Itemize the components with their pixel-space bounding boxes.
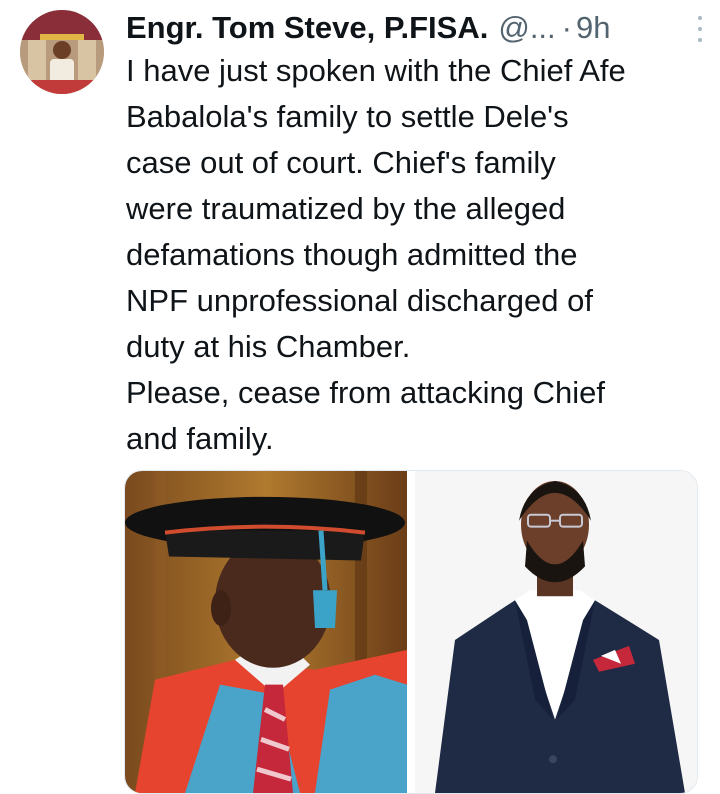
photo-academic-portrait[interactable]: [125, 471, 407, 793]
author-name[interactable]: Engr. Tom Steve, P.FISA.: [126, 10, 488, 46]
author-handle[interactable]: @...: [498, 10, 555, 46]
separator-dot: ·: [561, 10, 572, 45]
more-options-icon[interactable]: [694, 16, 706, 42]
tweet-timestamp[interactable]: 9h: [576, 10, 610, 46]
tweet-line: I have just spoken with the Chief Afe: [126, 53, 626, 88]
photo-suit-portrait[interactable]: [415, 471, 697, 793]
tweet-header: Engr. Tom Steve, P.FISA. @... · 9h: [126, 8, 706, 48]
tweet-line: Please, cease from attacking Chief: [126, 375, 606, 410]
tweet-line: and family.: [126, 421, 274, 456]
tweet-line: duty at his Chamber.: [126, 329, 411, 364]
tweet-body: I have just spoken with the Chief Afe Ba…: [126, 48, 706, 462]
tweet-line: Babalola's family to settle Dele's: [126, 99, 569, 134]
tweet-line: NPF unprofessional discharged of: [126, 283, 593, 318]
tweet-line: defamations though admitted the: [126, 237, 578, 272]
tweet-line: were traumatized by the alleged: [126, 191, 566, 226]
tweet-line: case out of court. Chief's family: [126, 145, 556, 180]
author-avatar[interactable]: [20, 10, 104, 94]
tweet-media: [124, 470, 698, 794]
